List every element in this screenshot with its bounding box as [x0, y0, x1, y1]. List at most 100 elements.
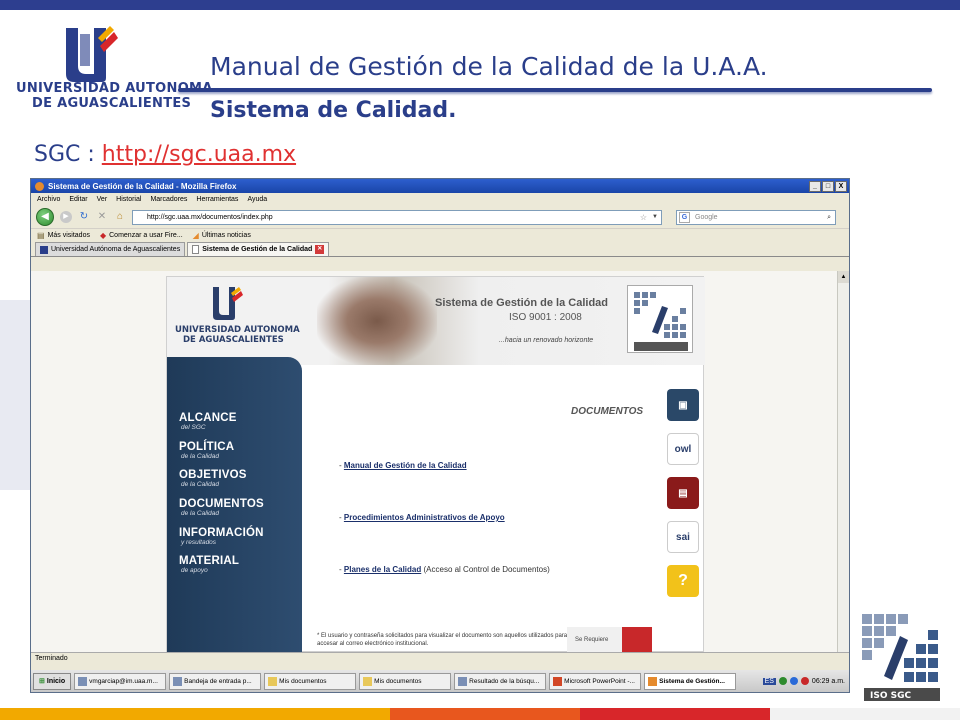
- bottom-bar-light: [770, 708, 960, 720]
- back-button[interactable]: ◀: [36, 208, 54, 226]
- nav-alcance[interactable]: ALCANCE del SGC: [179, 412, 237, 432]
- slide-bottom-bar: [0, 708, 960, 720]
- url-dropdown-icon[interactable]: ▼: [652, 211, 658, 224]
- tab-strip: Universidad Autónoma de Aguascalientes S…: [31, 241, 849, 257]
- help-icon[interactable]: ?: [667, 565, 699, 597]
- taskbar-item-label: Mis documentos: [374, 677, 422, 685]
- iso-sgc-logo: ISO SGC: [856, 610, 946, 705]
- tab-uaa[interactable]: Universidad Autónoma de Aguascalientes: [35, 242, 186, 256]
- tab-label: Universidad Autónoma de Aguascalientes: [51, 246, 181, 253]
- search-icon[interactable]: ⌕: [827, 211, 831, 224]
- nav-sublabel: y resultados: [181, 539, 217, 546]
- firefox-bookmark-icon: ◆: [99, 230, 107, 240]
- sai-icon[interactable]: sai: [667, 521, 699, 553]
- footer-badge-text: Se Requiere: [575, 637, 609, 643]
- navigation-bar: ◀ ▶ ↻ ✕ ⌂ http://sgc.uaa.mx/documentos/i…: [31, 206, 849, 228]
- site-header-title: Sistema de Gestión de la Calidad: [435, 297, 608, 309]
- reload-icon[interactable]: ↻: [78, 211, 90, 223]
- header-photo: [317, 277, 437, 365]
- nav-objetivos[interactable]: OBJETIVOS de la Calidad: [179, 469, 247, 489]
- url-bar[interactable]: http://sgc.uaa.mx/documentos/index.php ☆…: [132, 209, 662, 225]
- taskbar-item[interactable]: Mis documentos: [359, 672, 452, 690]
- site-header: UNIVERSIDAD AUTONOMA DE AGUASCALIENTES S…: [167, 277, 705, 365]
- folder-icon: [268, 676, 278, 686]
- doc-link-planes-anchor[interactable]: Planes de la Calidad: [344, 565, 421, 574]
- search-input[interactable]: G Google ⌕: [676, 209, 836, 225]
- menu-marcadores[interactable]: Marcadores: [150, 196, 187, 203]
- nav-material[interactable]: MATERIAL de apoyo: [179, 555, 239, 575]
- browser-window: Sistema de Gestión de la Calidad - Mozil…: [30, 178, 850, 693]
- menu-archivo[interactable]: Archivo: [37, 196, 60, 203]
- slide-subtitle: Sistema de Calidad.: [210, 98, 457, 123]
- tab-page-icon: [192, 245, 200, 254]
- vertical-scrollbar[interactable]: ▲: [837, 271, 849, 652]
- tray-icon[interactable]: [800, 677, 809, 685]
- site-logo-emblem: [213, 287, 243, 320]
- app-icon: [173, 676, 183, 686]
- site-side-nav: ALCANCE del SGC POLÍTICA de la Calidad O…: [167, 357, 302, 653]
- nav-sublabel: de la Calidad: [181, 453, 219, 460]
- nav-politica[interactable]: POLÍTICA de la Calidad: [179, 441, 234, 461]
- menu-ayuda[interactable]: Ayuda: [247, 196, 267, 203]
- nav-informacion[interactable]: INFORMACIÓN y resultados: [179, 527, 264, 547]
- taskbar-item-label: vmgarciap@im.uaa.m...: [89, 677, 158, 685]
- file-icon[interactable]: ▤: [667, 477, 699, 509]
- language-indicator[interactable]: ES: [762, 677, 776, 685]
- minimize-button[interactable]: _: [809, 180, 821, 192]
- taskbar-item[interactable]: Mis documentos: [264, 672, 357, 690]
- bookmark-mas-visitados[interactable]: ▤ Más visitados: [37, 231, 90, 240]
- menu-ver[interactable]: Ver: [97, 196, 108, 203]
- forward-button[interactable]: ▶: [60, 211, 72, 223]
- taskbar-item[interactable]: Bandeja de entrada p...: [169, 672, 262, 690]
- tab-sgc[interactable]: Sistema de Gestión de la Calidad ✕: [187, 242, 330, 256]
- bookmark-label: Últimas noticias: [201, 231, 251, 239]
- owl-icon[interactable]: owl: [667, 433, 699, 465]
- bookmark-comenzar[interactable]: ◆ Comenzar a usar Fire...: [100, 231, 183, 240]
- taskbar-item[interactable]: vmgarciap@im.uaa.m...: [74, 672, 167, 690]
- bookmark-star-icon[interactable]: ☆: [640, 211, 647, 224]
- nav-documentos[interactable]: DOCUMENTOS de la Calidad: [179, 498, 264, 518]
- close-button[interactable]: X: [835, 180, 847, 192]
- taskbar-item[interactable]: Microsoft PowerPoint -...: [549, 672, 642, 690]
- side-icon-column: ▣ owl ▤ sai ?: [667, 389, 701, 609]
- taskbar-item-label: Resultado de la búsqu...: [469, 677, 540, 685]
- title-divider: [178, 88, 932, 92]
- iso-sgc-badge: [627, 285, 693, 353]
- site-header-tagline: ...hacia un renovado horizonte: [499, 337, 594, 344]
- uaa-logo-line2: DE AGUASCALIENTES: [32, 96, 192, 111]
- sgc-link[interactable]: http://sgc.uaa.mx: [102, 142, 296, 167]
- iso-sgc-logo-text: ISO SGC: [870, 691, 911, 701]
- doc-link-manual: - Manual de Gestión de la Calidad: [339, 461, 467, 470]
- documents-icon[interactable]: ▣: [667, 389, 699, 421]
- scroll-up-icon[interactable]: ▲: [838, 271, 849, 283]
- tab-close-icon[interactable]: ✕: [315, 245, 325, 254]
- taskbar-item[interactable]: Resultado de la búsqu...: [454, 672, 547, 690]
- doc-link-procedimientos-anchor[interactable]: Procedimientos Administrativos de Apoyo: [344, 513, 505, 522]
- home-icon[interactable]: ⌂: [114, 211, 126, 223]
- start-button[interactable]: ⊞ Inicio: [33, 672, 72, 690]
- stop-icon[interactable]: ✕: [96, 211, 108, 223]
- bookmark-ultimas-noticias[interactable]: ◢ Últimas noticias: [193, 231, 251, 240]
- window-controls: _ □ X: [809, 180, 849, 192]
- menu-historial[interactable]: Historial: [116, 196, 141, 203]
- tray-icon[interactable]: [789, 677, 798, 685]
- sgc-line: SGC : http://sgc.uaa.mx: [34, 142, 296, 167]
- iso-sgc-mark: [634, 292, 688, 351]
- window-title: Sistema de Gestión de la Calidad - Mozil…: [48, 181, 237, 191]
- slide-title: Manual de Gestión de la Calidad de la U.…: [210, 52, 768, 81]
- system-tray: ES 06:29 a.m.: [762, 677, 849, 685]
- menu-herramientas[interactable]: Herramientas: [196, 196, 238, 203]
- maximize-button[interactable]: □: [822, 180, 834, 192]
- nav-label: MATERIAL: [179, 555, 240, 567]
- windows-taskbar: ⊞ Inicio vmgarciap@im.uaa.m... Bandeja d…: [31, 670, 849, 692]
- taskbar-item-label: Sistema de Gestión...: [659, 677, 725, 685]
- tray-icon[interactable]: [778, 677, 787, 685]
- taskbar-item-active[interactable]: Sistema de Gestión...: [644, 672, 737, 690]
- footer-badge: Se Requiere: [567, 627, 652, 653]
- menu-editar[interactable]: Editar: [69, 196, 87, 203]
- footer-badge-red-block: [622, 627, 652, 653]
- site-logo-line1: UNIVERSIDAD AUTONOMA: [175, 325, 300, 335]
- bottom-bar-orange: [390, 708, 580, 720]
- clock: 06:29 a.m.: [811, 677, 845, 685]
- doc-link-manual-anchor[interactable]: Manual de Gestión de la Calidad: [344, 461, 467, 470]
